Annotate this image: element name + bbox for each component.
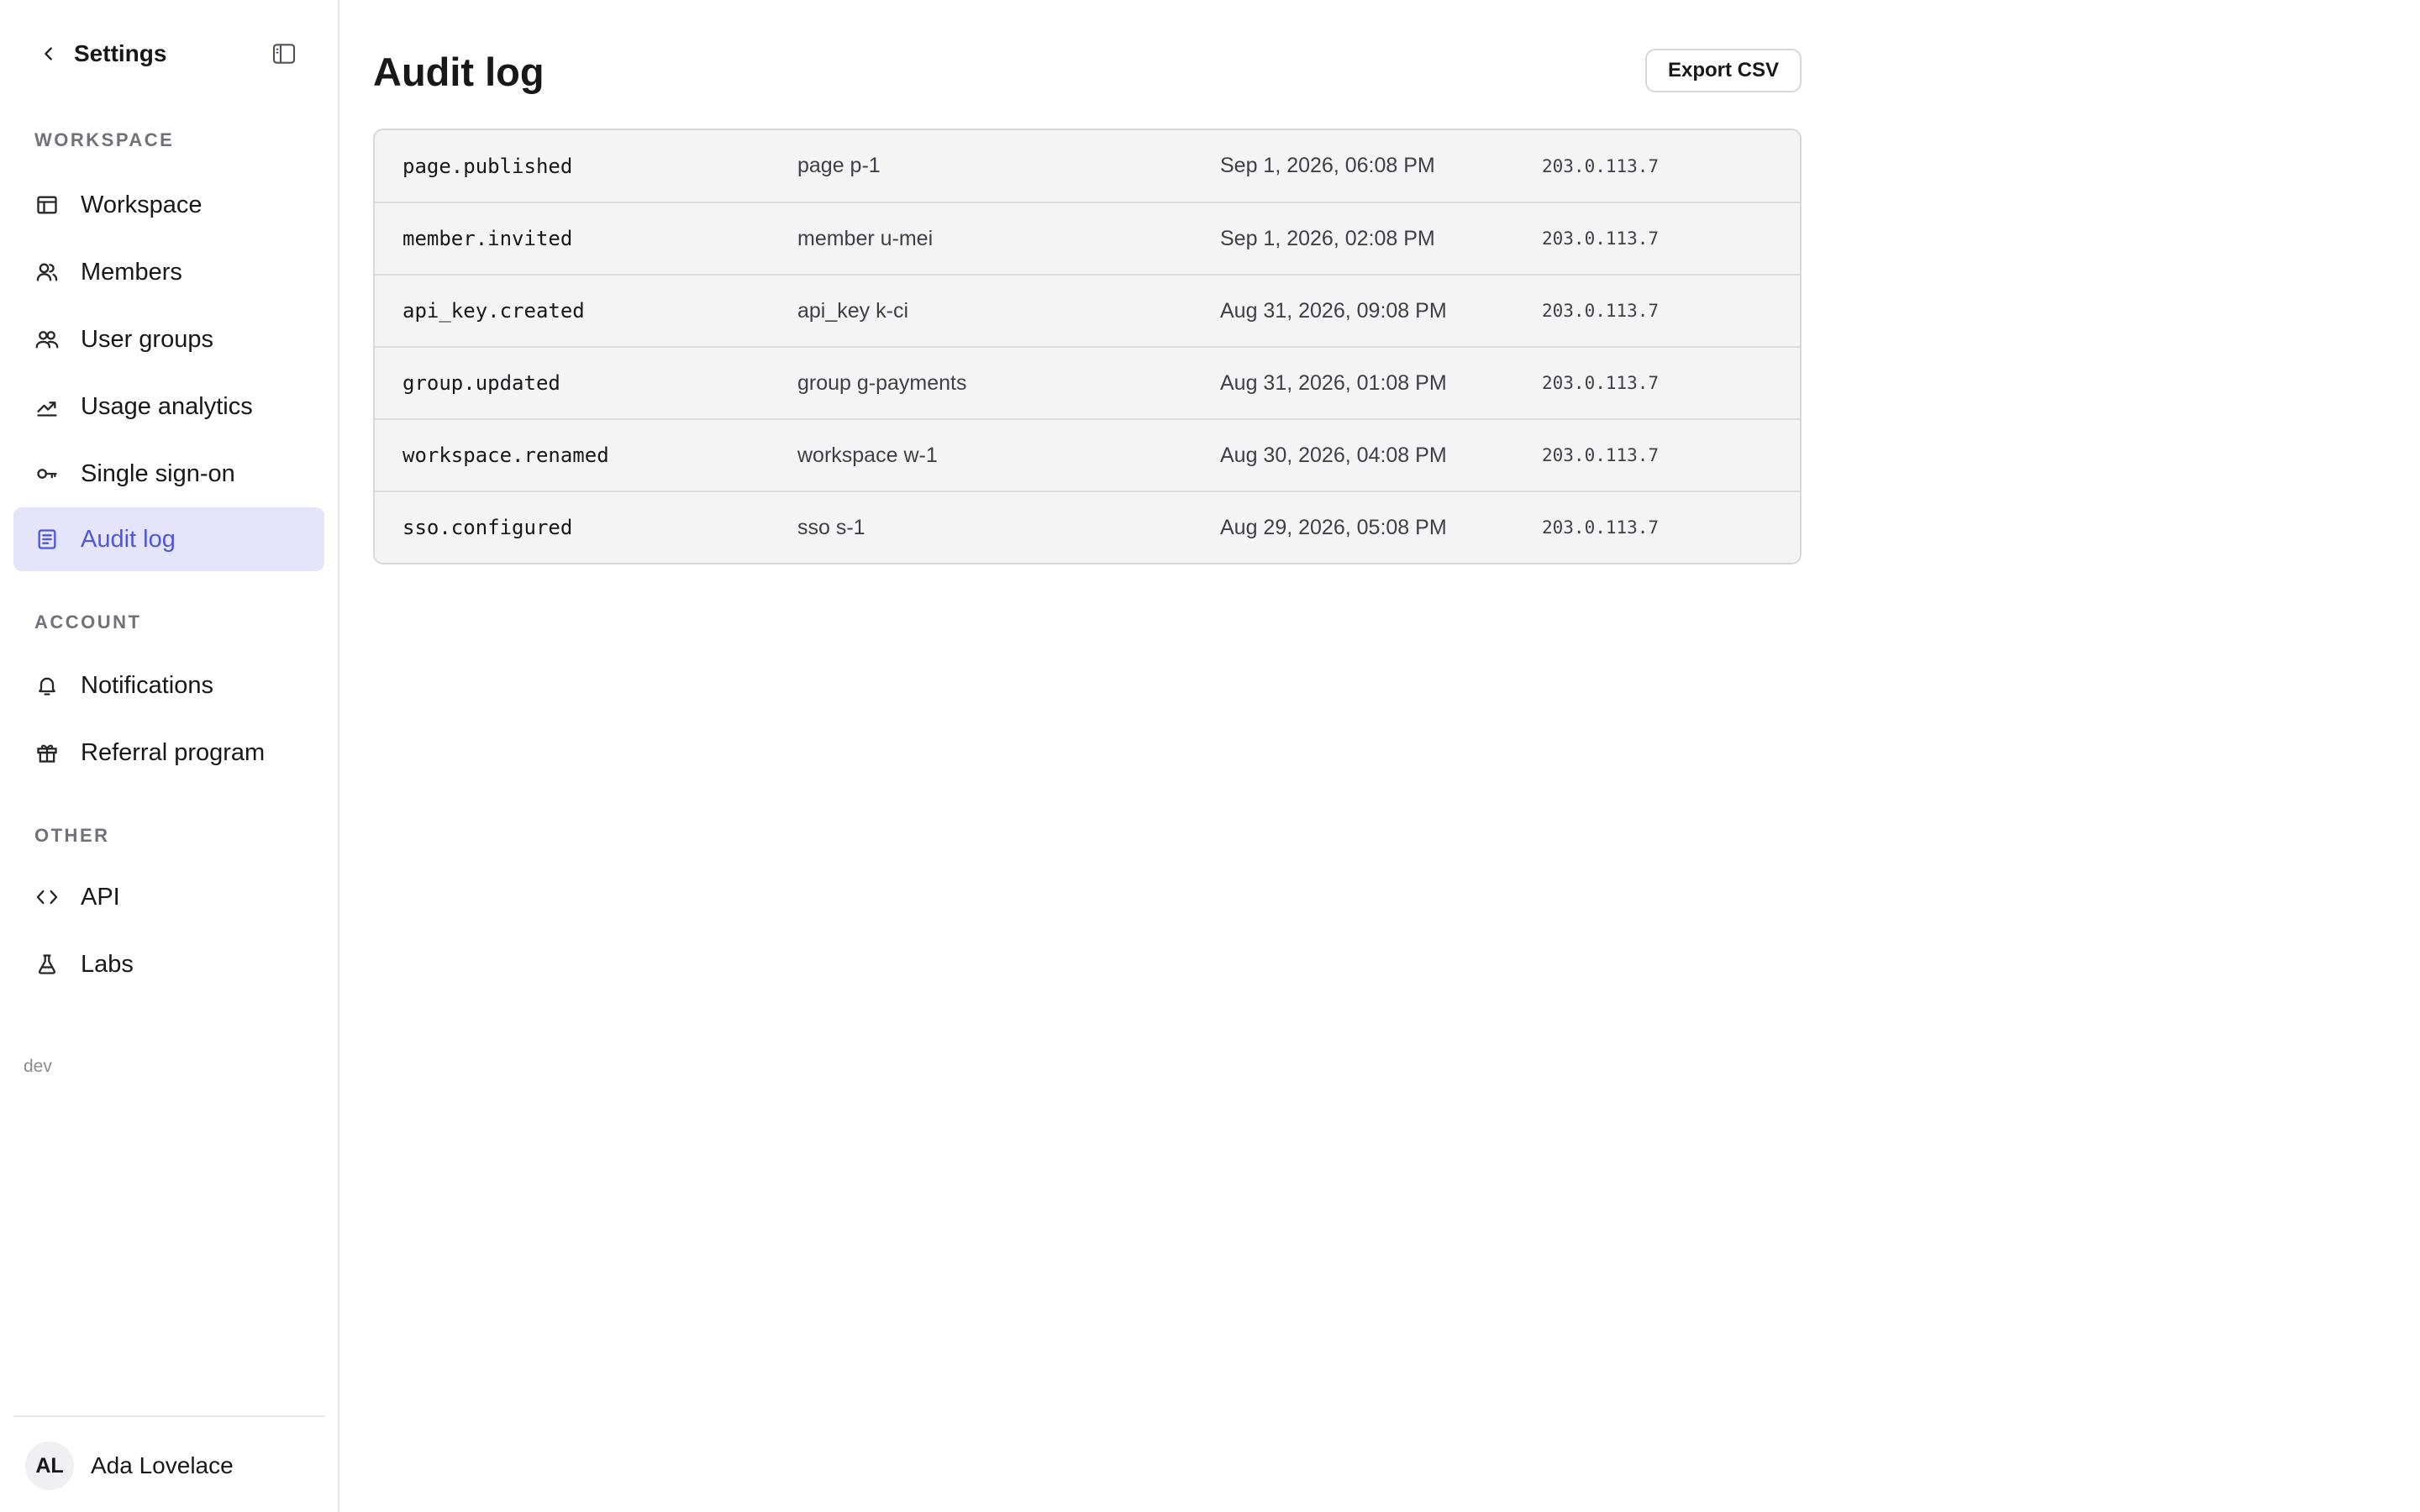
sidebar-item-label: API: [81, 884, 120, 911]
event-timestamp: Aug 29, 2026, 05:08 PM: [1220, 515, 1447, 539]
code-icon: [34, 885, 60, 910]
environment-label: dev: [24, 1057, 52, 1076]
sidebar-item-user-groups[interactable]: User groups: [13, 307, 324, 371]
event-ip: 203.0.113.7: [1542, 155, 1660, 176]
sidebar-item-label: Audit log: [81, 526, 176, 553]
table-row[interactable]: api_key.created api_key k-ci Aug 31, 202…: [375, 274, 1800, 346]
event-timestamp: Aug 31, 2026, 01:08 PM: [1220, 370, 1447, 395]
document-icon: [34, 527, 60, 552]
sidebar-item-members[interactable]: Members: [13, 240, 324, 304]
table-row[interactable]: sso.configured sso s-1 Aug 29, 2026, 05:…: [375, 491, 1800, 563]
export-csv-button[interactable]: Export CSV: [1645, 49, 1802, 92]
back-button[interactable]: [34, 39, 64, 69]
user-icon: [34, 260, 60, 285]
main-content: Audit log Export CSV page.published page…: [339, 0, 2420, 1512]
page-title: Audit log: [373, 50, 544, 94]
user-name: Ada Lovelace: [91, 1452, 234, 1478]
event-action: member.invited: [402, 227, 573, 250]
event-timestamp: Aug 31, 2026, 09:08 PM: [1220, 298, 1447, 323]
event-timestamp: Sep 1, 2026, 02:08 PM: [1220, 226, 1435, 250]
sidebar-footer-divider: [13, 1415, 324, 1417]
sidebar-header: Settings: [0, 0, 338, 104]
section-label-other: OTHER: [34, 825, 110, 846]
gift-icon: [34, 740, 60, 765]
sidebar-item-labs[interactable]: Labs: [13, 932, 324, 996]
sidebar-item-label: Members: [81, 259, 182, 286]
bell-icon: [34, 673, 60, 698]
table-row[interactable]: member.invited member u-mei Sep 1, 2026,…: [375, 202, 1800, 274]
event-action: workspace.renamed: [402, 444, 609, 467]
sidebar-item-label: Referral program: [81, 739, 266, 766]
sidebar-item-label: Usage analytics: [81, 393, 253, 420]
event-target: group g-payments: [797, 370, 967, 395]
section-label-account: ACCOUNT: [34, 612, 142, 633]
sidebar-item-notifications[interactable]: Notifications: [13, 654, 324, 717]
event-ip: 203.0.113.7: [1542, 517, 1660, 538]
sidebar-item-usage-analytics[interactable]: Usage analytics: [13, 375, 324, 438]
event-ip: 203.0.113.7: [1542, 373, 1660, 393]
event-ip: 203.0.113.7: [1542, 445, 1660, 465]
sidebar-item-single-sign-on[interactable]: Single sign-on: [13, 442, 324, 506]
key-icon: [34, 461, 60, 486]
event-action: sso.configured: [402, 516, 573, 539]
event-action: group.updated: [402, 371, 560, 395]
app-root: Settings WORKSPACE Workspace Members Use…: [0, 0, 2420, 1512]
sidebar-item-label: Workspace: [81, 192, 203, 218]
user-menu[interactable]: AL Ada Lovelace: [25, 1441, 234, 1490]
event-ip: 203.0.113.7: [1542, 301, 1660, 321]
sidebar-item-api[interactable]: API: [13, 865, 324, 929]
sidebar-item-workspace[interactable]: Workspace: [13, 173, 324, 237]
sidebar-item-label: Single sign-on: [81, 460, 235, 487]
event-target: api_key k-ci: [797, 298, 908, 323]
sidebar: Settings WORKSPACE Workspace Members Use…: [0, 0, 339, 1512]
event-action: api_key.created: [402, 299, 585, 323]
event-target: member u-mei: [797, 226, 934, 250]
event-target: sso s-1: [797, 515, 865, 539]
trend-icon: [34, 394, 60, 419]
flask-icon: [34, 952, 60, 977]
sidebar-toggle-icon: [272, 44, 296, 64]
sidebar-title: Settings: [74, 40, 167, 66]
event-target: page p-1: [797, 154, 881, 177]
table-row[interactable]: workspace.renamed workspace w-1 Aug 30, …: [375, 418, 1800, 491]
avatar: AL: [25, 1441, 74, 1490]
sidebar-item-referral-program[interactable]: Referral program: [13, 721, 324, 785]
audit-log-table: page.published page p-1 Sep 1, 2026, 06:…: [373, 129, 1802, 564]
event-timestamp: Aug 30, 2026, 04:08 PM: [1220, 443, 1447, 467]
table-row[interactable]: group.updated group g-payments Aug 31, 2…: [375, 346, 1800, 418]
event-target: workspace w-1: [797, 443, 938, 467]
table-row[interactable]: page.published page p-1 Sep 1, 2026, 06:…: [375, 130, 1800, 202]
collapse-sidebar-button[interactable]: [267, 37, 301, 71]
event-action: page.published: [402, 154, 573, 178]
layout-icon: [34, 192, 60, 218]
sidebar-item-audit-log[interactable]: Audit log: [13, 507, 324, 571]
sidebar-item-label: User groups: [81, 326, 213, 353]
sidebar-item-label: Notifications: [81, 672, 213, 699]
users-icon: [34, 327, 60, 352]
section-label-workspace: WORKSPACE: [34, 129, 175, 150]
event-timestamp: Sep 1, 2026, 06:08 PM: [1220, 154, 1435, 177]
event-ip: 203.0.113.7: [1542, 228, 1660, 249]
chevron-left-icon: [45, 47, 52, 60]
sidebar-item-label: Labs: [81, 951, 134, 978]
